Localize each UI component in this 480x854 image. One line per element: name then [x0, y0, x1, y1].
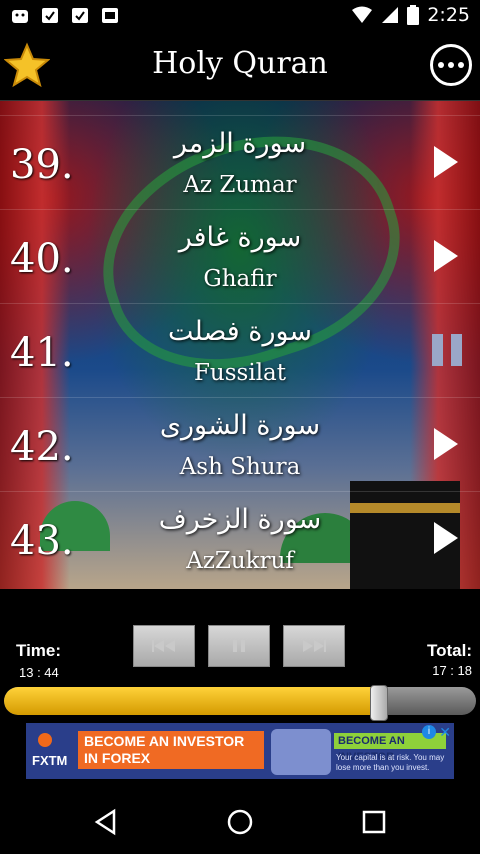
android-icon [12, 10, 28, 23]
recents-icon[interactable] [360, 808, 388, 836]
clock: 2:25 [427, 4, 470, 26]
play-icon[interactable] [432, 426, 460, 462]
navigation-bar [0, 790, 480, 854]
surah-arabic-name: سورة الشورى [159, 410, 321, 441]
back-icon[interactable] [92, 808, 120, 836]
home-icon[interactable] [226, 808, 254, 836]
download-check-icon [72, 8, 88, 23]
seek-progress [4, 687, 379, 715]
dot-icon [458, 62, 464, 68]
surah-list: 39. سورة الزمر Az Zumar 40. سورة غافر Gh… [0, 101, 480, 589]
ad-image [271, 729, 331, 775]
app-header: Holy Quran [0, 32, 480, 101]
current-time: 13 : 44 [19, 665, 59, 680]
play-icon[interactable] [432, 144, 460, 180]
surah-arabic-name: سورة فصلت [167, 316, 313, 347]
dot-icon [438, 62, 444, 68]
play-icon[interactable] [432, 520, 460, 556]
pause-icon[interactable] [430, 332, 464, 368]
pause-icon [233, 640, 245, 652]
clipboard-check-icon [42, 8, 58, 23]
surah-name: Az Zumar [183, 172, 297, 198]
next-button[interactable] [283, 625, 345, 667]
photo-icon [102, 8, 118, 23]
wifi-icon [352, 6, 373, 23]
surah-arabic-name: سورة غافر [178, 222, 302, 253]
ad-banner[interactable]: FXTM BECOME AN INVESTOR IN FOREX BECOME … [26, 723, 454, 779]
battery-icon [407, 5, 420, 25]
list-item[interactable]: 39. سورة الزمر Az Zumar [0, 115, 480, 210]
close-icon[interactable]: ✕ [439, 724, 451, 741]
pause-button[interactable] [208, 625, 270, 667]
surah-name: Fussilat [193, 360, 287, 386]
ad-headline: BECOME AN INVESTOR IN FOREX [78, 731, 264, 769]
seek-thumb[interactable] [369, 685, 388, 721]
list-item[interactable]: 43. سورة الزخرف AzZukruf [0, 491, 480, 586]
skip-previous-icon [152, 640, 175, 652]
list-item[interactable]: 40. سورة غافر Ghafir [0, 209, 480, 304]
skip-next-icon [303, 640, 326, 652]
play-icon[interactable] [432, 238, 460, 274]
list-item[interactable]: 41. سورة فصلت Fussilat [0, 303, 480, 398]
dot-icon [448, 62, 454, 68]
surah-name: Ghafir [203, 266, 277, 292]
surah-arabic-name: سورة الزمر [173, 128, 307, 159]
seek-bar[interactable] [4, 687, 476, 715]
list-item[interactable]: 42. سورة الشورى Ash Shura [0, 397, 480, 492]
ad-disclaimer: Your capital is at risk. You may lose mo… [336, 753, 445, 772]
total-time: 17 : 18 [432, 663, 472, 678]
previous-button[interactable] [133, 625, 195, 667]
surah-name: Ash Shura [179, 454, 301, 480]
signal-icon [382, 7, 399, 23]
time-label: Time: [16, 641, 62, 660]
audio-player: Time: 13 : 44 Total: 17 : 18 [0, 589, 480, 723]
surah-arabic-name: سورة الزخرف [158, 504, 322, 535]
status-bar: 2:25 [0, 0, 480, 32]
more-options-button[interactable] [430, 44, 472, 86]
surah-name: AzZukruf [186, 548, 294, 574]
fxtm-logo-icon [38, 733, 52, 747]
ad-brand: FXTM [32, 753, 68, 768]
total-label: Total: [426, 641, 472, 660]
info-icon[interactable]: i [422, 725, 436, 739]
page-title: Holy Quran [152, 46, 328, 81]
